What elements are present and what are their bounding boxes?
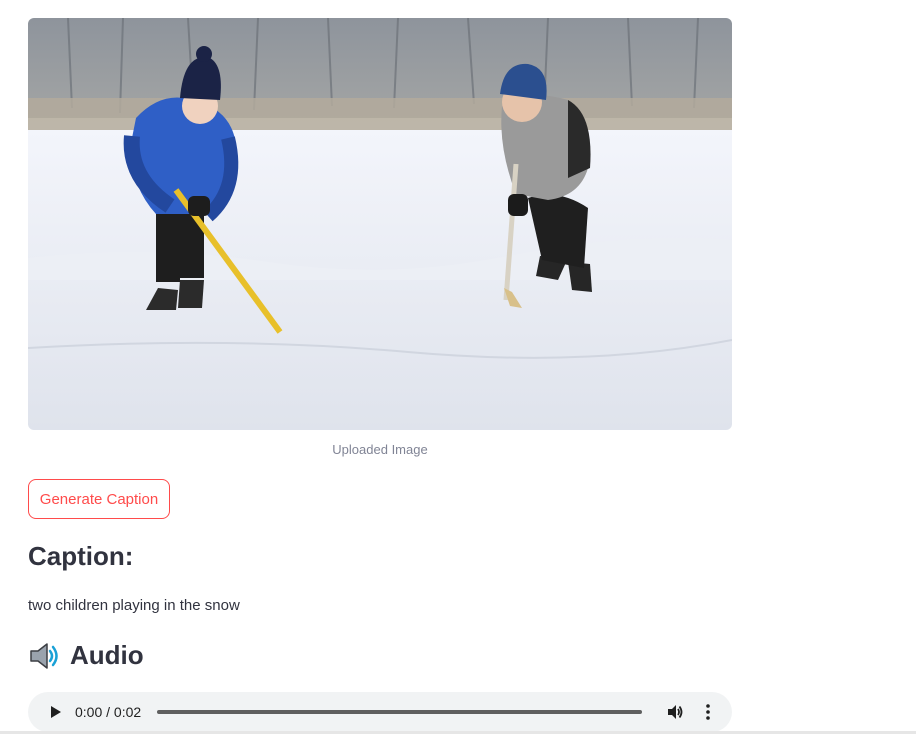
- audio-player: 0:00 / 0:02: [28, 692, 732, 732]
- play-icon: [51, 706, 61, 718]
- uploaded-image: [28, 18, 732, 430]
- play-button[interactable]: [46, 702, 66, 722]
- caption-heading: Caption:: [28, 541, 134, 571]
- generate-caption-button[interactable]: Generate Caption: [28, 479, 170, 519]
- image-caption: Uploaded Image: [332, 442, 428, 457]
- audio-time: 0:00 / 0:02: [75, 704, 141, 720]
- volume-button[interactable]: [664, 701, 686, 723]
- volume-icon: [668, 705, 683, 719]
- caption-text: two children playing in the snow: [28, 597, 240, 614]
- audio-heading-text: Audio: [70, 640, 144, 670]
- more-vertical-icon: [706, 704, 710, 720]
- time-separator: /: [102, 704, 114, 720]
- more-options-button[interactable]: [698, 701, 718, 723]
- audio-heading: Audio: [28, 640, 144, 671]
- app-page: Uploaded Image Generate Caption Caption:…: [0, 0, 916, 734]
- audio-progress-slider[interactable]: [157, 710, 642, 714]
- current-time: 0:00: [75, 704, 103, 720]
- speaker-icon: [28, 641, 62, 671]
- duration: 0:02: [113, 704, 142, 720]
